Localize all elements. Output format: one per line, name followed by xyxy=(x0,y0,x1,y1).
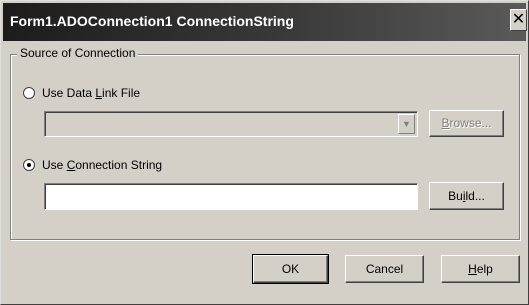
close-button[interactable]: ✕ xyxy=(510,9,527,31)
data-link-file-combo[interactable]: ▼ xyxy=(44,111,418,137)
source-of-connection-group xyxy=(10,54,520,240)
data-link-file-label: Use Data Link File xyxy=(42,86,141,100)
ok-button[interactable]: OK xyxy=(252,254,329,284)
cancel-label: Cancel xyxy=(365,262,404,276)
build-button[interactable]: Build... xyxy=(429,182,504,210)
group-label: Source of Connection xyxy=(17,46,139,60)
help-label: elp xyxy=(476,262,493,276)
radio-circle-checked[interactable] xyxy=(23,159,35,171)
build-label-pre: Bu xyxy=(448,189,463,203)
chevron-down-icon: ▼ xyxy=(402,119,411,129)
dialog-window: Form1.ADOConnection1 ConnectionString ✕ … xyxy=(0,0,529,305)
help-button[interactable]: Help xyxy=(441,255,520,283)
ok-label: OK xyxy=(281,262,300,276)
help-mnemonic: H xyxy=(468,262,477,276)
browse-label: rowse... xyxy=(449,116,492,130)
dropdown-button[interactable]: ▼ xyxy=(398,114,415,134)
connection-string-input[interactable] xyxy=(44,183,418,210)
connection-string-label: Use Connection String xyxy=(42,158,163,172)
close-icon: ✕ xyxy=(511,11,526,28)
window-title: Form1.ADOConnection1 ConnectionString xyxy=(10,13,294,29)
browse-button[interactable]: Browse... xyxy=(429,110,504,137)
build-label-post: ld... xyxy=(465,189,485,203)
connection-string-radio[interactable]: Use Connection String xyxy=(23,158,162,172)
data-link-file-radio[interactable]: Use Data Link File xyxy=(23,86,140,100)
radio-circle[interactable] xyxy=(23,87,35,99)
title-bar[interactable]: Form1.ADOConnection1 ConnectionString ✕ xyxy=(3,3,527,41)
cancel-button[interactable]: Cancel xyxy=(345,255,424,283)
browse-mnemonic: B xyxy=(441,116,450,130)
